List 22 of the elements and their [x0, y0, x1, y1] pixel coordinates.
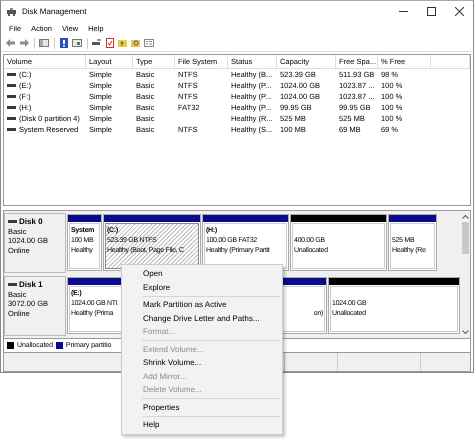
forward-arrow-icon[interactable]: [18, 37, 30, 49]
list-icon[interactable]: [143, 37, 155, 49]
menu-item[interactable]: Change Drive Letter and Paths...: [122, 312, 282, 325]
window-icon[interactable]: [38, 37, 50, 49]
chevron-down-icon[interactable]: [462, 330, 468, 334]
menu-item[interactable]: Shrink Volume...: [122, 356, 282, 370]
window-title: Disk Management: [22, 7, 88, 16]
checklist-icon[interactable]: [104, 37, 116, 49]
close-icon: [454, 7, 464, 16]
menu-item[interactable]: Help: [122, 418, 282, 432]
menu-item[interactable]: Mark Partition as Active: [122, 298, 282, 312]
folder-icon[interactable]: [130, 37, 142, 49]
menu-item[interactable]: Explore: [122, 280, 282, 294]
drive-icon: [8, 281, 17, 288]
chevron-up-icon[interactable]: [462, 215, 468, 219]
menu-item[interactable]: Properties: [122, 400, 282, 414]
window-icon[interactable]: [71, 37, 83, 49]
folder-icon[interactable]: [117, 37, 129, 49]
drive-icon: [8, 218, 17, 226]
back-arrow-icon[interactable]: [5, 37, 17, 49]
maximize-icon: [426, 7, 436, 16]
disk-management-icon: [7, 8, 16, 16]
